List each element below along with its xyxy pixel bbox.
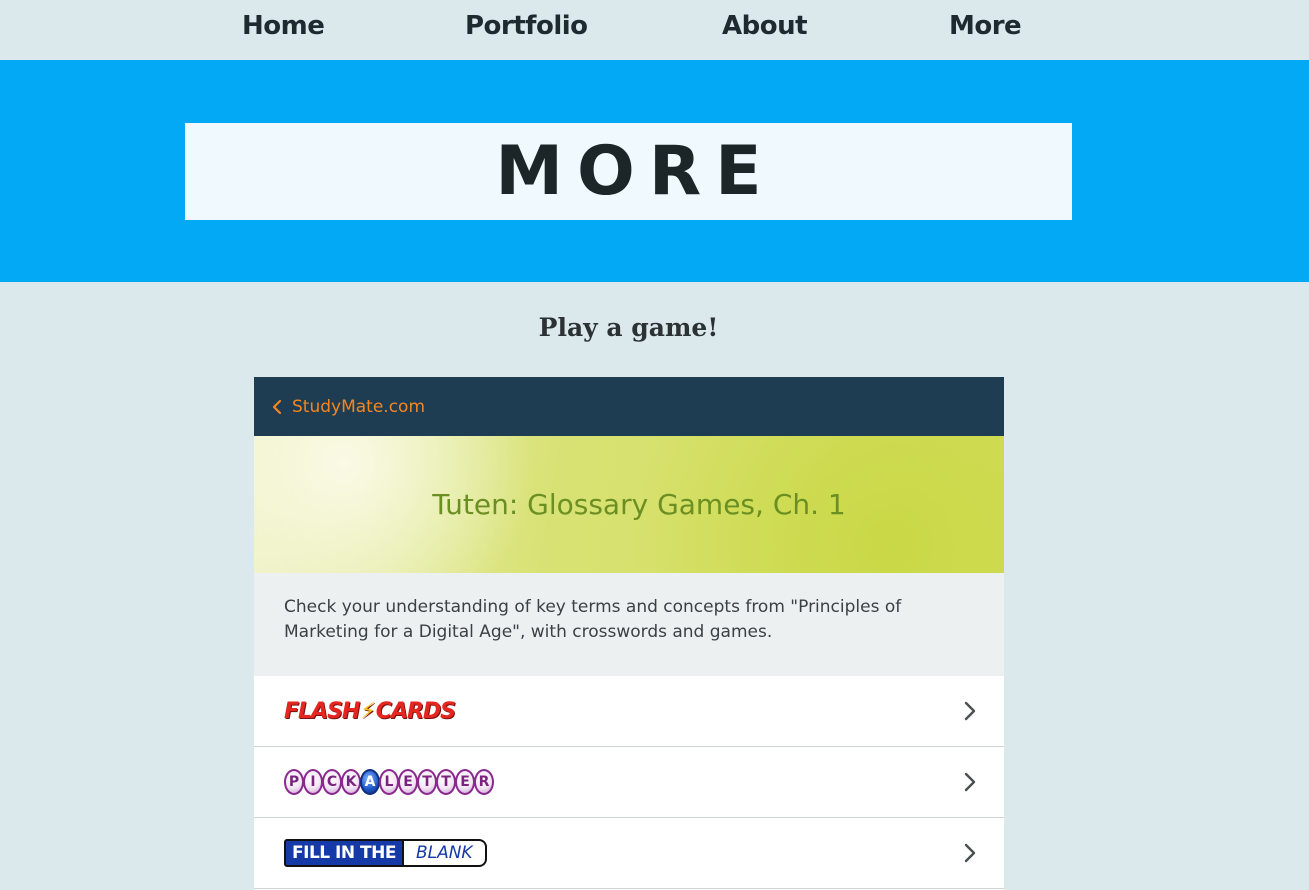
section-subtitle: Play a game! <box>538 313 719 342</box>
studymate-widget: StudyMate.com Tuten: Glossary Games, Ch.… <box>254 377 1004 890</box>
fill-in-the-blank-logo: FILL IN THE BLANK <box>284 836 487 870</box>
letter-ball: T <box>436 769 456 795</box>
letter-ball-highlight: A <box>360 769 380 795</box>
widget-title: Tuten: Glossary Games, Ch. 1 <box>432 488 846 521</box>
letter-ball: R <box>474 769 494 795</box>
fill-in-the-logo-part: FILL IN THE <box>284 839 404 867</box>
letter-ball: E <box>455 769 475 795</box>
blank-logo-part: BLANK <box>403 839 487 867</box>
page-title: MORE <box>495 132 776 211</box>
nav-more-link[interactable]: More <box>949 11 1022 41</box>
game-row-flash-cards[interactable]: FLASH ⚡ CARDS <box>254 676 1004 747</box>
top-navigation: Home Portfolio About More <box>0 0 1309 60</box>
hero-banner: MORE <box>0 60 1309 282</box>
letter-ball: P <box>284 769 304 795</box>
letter-ball: K <box>341 769 361 795</box>
widget-description: Check your understanding of key terms an… <box>254 573 1004 676</box>
game-row-pick-a-letter[interactable]: P I C K A L E T T E R <box>254 747 1004 818</box>
flash-cards-logo-part1: FLASH <box>284 698 360 724</box>
game-row-fill-in-the-blank[interactable]: FILL IN THE BLANK <box>254 818 1004 889</box>
chevron-right-icon <box>964 772 976 792</box>
pick-a-letter-logo: P I C K A L E T T E R <box>284 765 494 799</box>
letter-ball: C <box>322 769 342 795</box>
widget-banner: Tuten: Glossary Games, Ch. 1 <box>254 436 1004 573</box>
flash-cards-logo-part2: CARDS <box>375 698 456 724</box>
widget-back-link[interactable]: StudyMate.com <box>254 377 1004 436</box>
chevron-left-icon <box>272 399 282 415</box>
lightning-bolt-icon: ⚡ <box>360 698 375 724</box>
hero-title-box: MORE <box>185 123 1072 220</box>
letter-ball: I <box>303 769 323 795</box>
chevron-right-icon <box>964 843 976 863</box>
letter-ball: L <box>379 769 399 795</box>
chevron-right-icon <box>964 701 976 721</box>
nav-about-link[interactable]: About <box>722 11 808 41</box>
flash-cards-logo: FLASH ⚡ CARDS <box>284 694 456 728</box>
letter-ball: E <box>398 769 418 795</box>
letter-ball: T <box>417 769 437 795</box>
nav-home-link[interactable]: Home <box>242 11 325 41</box>
widget-back-label: StudyMate.com <box>292 396 426 417</box>
nav-portfolio-link[interactable]: Portfolio <box>465 11 588 41</box>
